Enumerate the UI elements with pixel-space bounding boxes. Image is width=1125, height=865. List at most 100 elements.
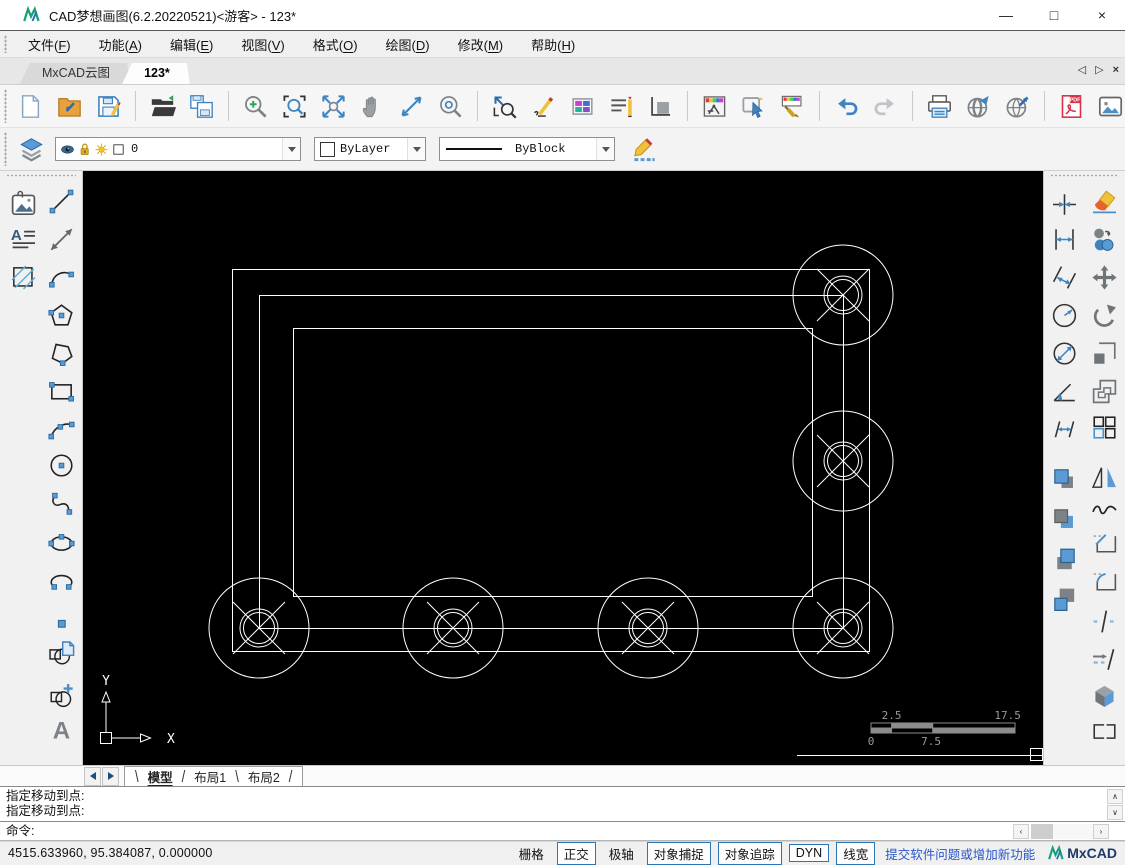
command-hscrollbar[interactable]: ‹ ›	[1013, 824, 1109, 839]
web-open-button[interactable]	[1001, 90, 1034, 123]
make-block-button[interactable]	[45, 679, 77, 711]
drawing-canvas[interactable]: 2.5 17.5 0 7.5 Y X	[83, 171, 1043, 765]
status-toggle-4[interactable]: 对象追踪	[717, 841, 782, 865]
status-toggle-5[interactable]: DYN	[788, 844, 830, 862]
tab-scroll-right-icon[interactable]: ▷	[1095, 63, 1103, 76]
right-toolbar-grip[interactable]	[1050, 174, 1119, 177]
match-properties-button[interactable]	[776, 90, 809, 123]
cad-drawing[interactable]: 2.5 17.5 0 7.5 Y X	[83, 171, 1043, 765]
draworder-back-button[interactable]	[1048, 503, 1080, 535]
dim-arc-length-button[interactable]	[1048, 411, 1080, 443]
point-button[interactable]	[45, 607, 77, 639]
raster-image-button[interactable]	[7, 188, 39, 220]
lock-icon[interactable]	[77, 142, 92, 157]
menu-item-1[interactable]: 功能(A)	[85, 32, 156, 57]
close-button[interactable]: ×	[1093, 7, 1111, 23]
scroll-left-icon[interactable]: ‹	[1013, 824, 1029, 839]
mirror-button[interactable]	[1088, 461, 1120, 493]
layer-combo-arrow[interactable]	[282, 138, 300, 160]
insert-block-button[interactable]	[45, 637, 77, 669]
zoom-in-button[interactable]	[239, 90, 272, 123]
layer-manager-button[interactable]	[698, 90, 731, 123]
quick-select-button[interactable]	[737, 90, 770, 123]
sheet-tab-1[interactable]: 布局1	[192, 767, 228, 786]
color-palette-button[interactable]	[566, 90, 599, 123]
document-tab-1[interactable]: 123*	[122, 63, 190, 84]
mtext-button[interactable]: A	[7, 223, 39, 255]
pan-button[interactable]	[356, 90, 389, 123]
explode-button[interactable]	[1088, 679, 1120, 711]
tab-scroll-left-icon[interactable]: ◁	[1078, 63, 1086, 76]
revision-cloud-button[interactable]	[1088, 493, 1120, 525]
zoom-dynamic-button[interactable]	[395, 90, 428, 123]
rotate-button[interactable]	[1088, 299, 1120, 331]
save-button[interactable]	[92, 90, 125, 123]
color-swatch-icon[interactable]	[111, 142, 126, 157]
dim-radius-button[interactable]	[1048, 299, 1080, 331]
construction-line-button[interactable]	[45, 223, 77, 255]
offset-button[interactable]	[1088, 375, 1120, 407]
draworder-front-button[interactable]	[1048, 463, 1080, 495]
properties-toolbar-grip[interactable]	[4, 132, 7, 166]
visibility-icon[interactable]	[60, 142, 75, 157]
menu-item-4[interactable]: 格式(O)	[299, 32, 372, 57]
ellipse-button[interactable]	[45, 527, 77, 559]
save-as-button[interactable]	[185, 90, 218, 123]
menu-item-5[interactable]: 绘图(D)	[372, 32, 444, 57]
sheet-scroll-right-button[interactable]	[102, 766, 119, 786]
command-history[interactable]: 指定移动到点: 指定移动到点:	[0, 787, 1125, 822]
export-image-button[interactable]	[1094, 90, 1125, 123]
maximize-button[interactable]: □	[1045, 7, 1063, 23]
document-tab-0[interactable]: MxCAD云图	[20, 63, 130, 84]
line-button[interactable]	[45, 185, 77, 217]
status-toggle-0[interactable]: 栅格	[513, 843, 550, 864]
dim-continue-button[interactable]	[1048, 188, 1080, 220]
dim-diameter-button[interactable]	[1048, 337, 1080, 369]
spline-button[interactable]	[45, 487, 77, 519]
chamfer-button[interactable]	[1088, 525, 1120, 557]
draworder-above-button[interactable]	[1048, 543, 1080, 575]
redo-button[interactable]	[869, 90, 902, 123]
draw-settings-button[interactable]	[625, 133, 663, 166]
break-button[interactable]	[1088, 605, 1120, 637]
scroll-down-icon[interactable]: ∨	[1107, 805, 1123, 820]
new-file-button[interactable]	[14, 90, 47, 123]
scroll-up-icon[interactable]: ∧	[1107, 789, 1123, 804]
menu-item-3[interactable]: 视图(V)	[227, 32, 298, 57]
hscroll-thumb[interactable]	[1031, 824, 1053, 839]
export-pdf-button[interactable]: PDF	[1055, 90, 1088, 123]
color-combo-arrow[interactable]	[407, 138, 425, 160]
minimize-button[interactable]: —	[997, 7, 1015, 23]
fillet-button[interactable]	[1088, 563, 1120, 595]
sheet-tab-0[interactable]: 模型	[146, 767, 175, 786]
array-button[interactable]	[1088, 411, 1120, 443]
zoom-previous-button[interactable]	[488, 90, 521, 123]
arc-button[interactable]	[45, 261, 77, 293]
arc-3pt-button[interactable]	[45, 411, 77, 443]
layer-manager-button[interactable]	[12, 133, 50, 166]
move-button[interactable]	[1088, 261, 1120, 293]
zoom-window-button[interactable]	[278, 90, 311, 123]
undo-button[interactable]	[830, 90, 863, 123]
text-button[interactable]: A	[45, 713, 77, 745]
circle-button[interactable]	[45, 449, 77, 481]
copy-button[interactable]	[1088, 223, 1120, 255]
color-combo[interactable]: ByLayer	[314, 137, 426, 161]
sketch-button[interactable]	[527, 90, 560, 123]
ellipse-arc-button[interactable]	[45, 565, 77, 597]
stretch-button[interactable]	[1088, 715, 1120, 747]
hatch-button[interactable]	[7, 261, 39, 293]
status-toggle-3[interactable]: 对象捕捉	[646, 841, 711, 865]
status-toggle-2[interactable]: 极轴	[603, 843, 640, 864]
open-drawing-button[interactable]	[53, 90, 86, 123]
layer-combo[interactable]: 0	[55, 137, 301, 161]
scale-button[interactable]	[1088, 337, 1120, 369]
lengthen-button[interactable]	[1088, 643, 1120, 675]
toolbar-grip-handle[interactable]	[4, 89, 7, 123]
dim-linear-button[interactable]	[1048, 223, 1080, 255]
draw-toolbar-grip[interactable]	[6, 174, 76, 177]
zoom-extents-button[interactable]	[317, 90, 350, 123]
hscroll-track[interactable]	[1053, 824, 1093, 839]
dim-angular-button[interactable]	[1048, 375, 1080, 407]
lineweight-button[interactable]	[644, 90, 677, 123]
